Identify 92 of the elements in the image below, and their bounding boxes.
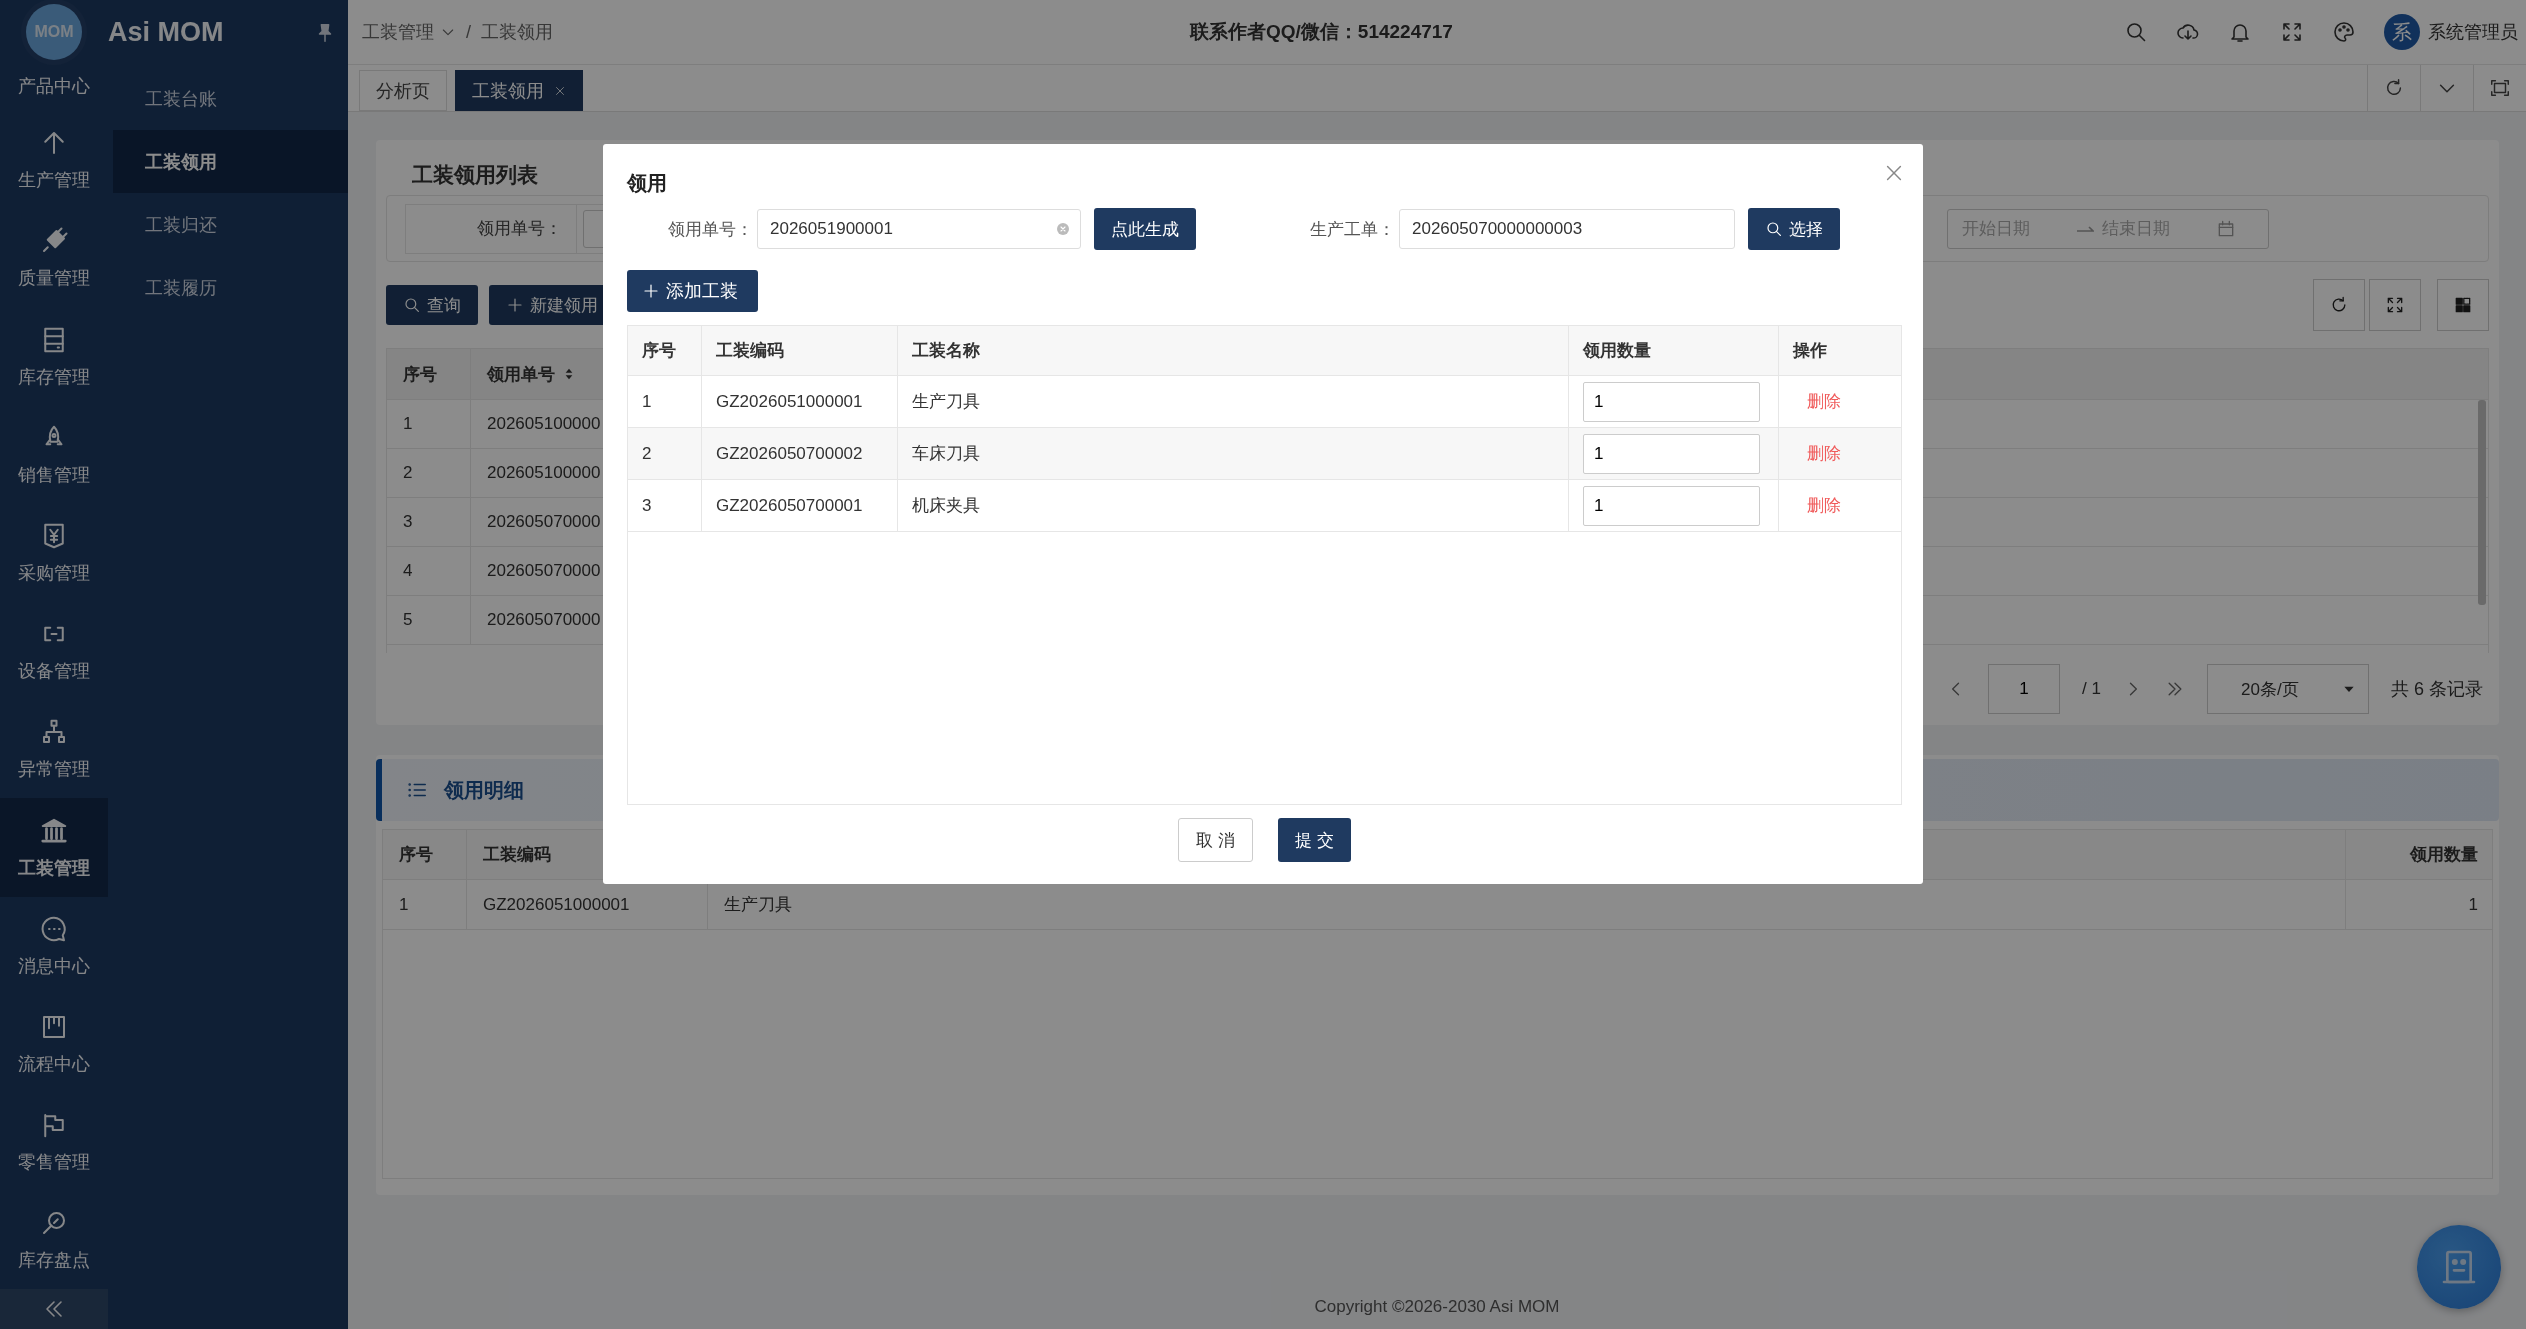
column-header: 序号	[383, 830, 467, 879]
scrollbar[interactable]	[2478, 400, 2486, 605]
tab[interactable]: 工装领用	[455, 70, 583, 111]
search-icon	[1765, 220, 1783, 238]
column-header: 操作	[1791, 340, 1828, 362]
rail-item[interactable]: 设备管理	[0, 602, 108, 701]
rail-item[interactable]: 生产管理	[0, 111, 108, 210]
plus-icon	[642, 282, 660, 300]
column-header: 序号	[387, 349, 471, 399]
column-header: 工装编码	[702, 326, 898, 375]
rail-item[interactable]: 库存盘点	[0, 1191, 108, 1290]
grid-icon	[2453, 295, 2473, 315]
table-cell: 3	[387, 498, 471, 546]
table-cell-text: 1	[2467, 893, 2479, 916]
search-button[interactable]: 查询	[386, 285, 478, 325]
table-cell: 机床夹具	[898, 480, 1569, 531]
submenu-item[interactable]: 工装领用	[113, 130, 348, 193]
table-cell: 2	[387, 449, 471, 497]
column-header: 工装名称	[898, 326, 1569, 375]
submenu-item[interactable]: 工装台账	[108, 67, 348, 130]
column-header: 序号	[628, 326, 702, 375]
add-button[interactable]: 添加工装	[627, 270, 758, 312]
delete-link[interactable]: 删除	[1807, 442, 1841, 465]
rail-item[interactable]: 采购管理	[0, 503, 108, 603]
palette-icon[interactable]	[2332, 20, 2356, 44]
rail-item[interactable]: 库存管理	[0, 307, 108, 406]
table-cell: 车床刀具	[898, 428, 1569, 479]
table-cell: GZ2026050700001	[702, 480, 898, 531]
table-cell: 生产刀具	[898, 376, 1569, 427]
cancel-button[interactable]: 取 消	[1178, 818, 1253, 862]
submenu-item[interactable]: 工装归还	[108, 193, 348, 256]
rail-item[interactable]: 流程中心	[0, 994, 108, 1093]
column-header: 领用数量	[1569, 326, 1779, 375]
contact-text: 联系作者QQ/微信：514224717	[1190, 20, 1453, 44]
copyright-text: Copyright ©2026-2030 Asi MOM	[1313, 1297, 1561, 1317]
table-cell: GZ2026051000001	[702, 376, 898, 427]
table-cell: GZ2026050700002	[702, 428, 898, 479]
page-count: / 1	[2082, 679, 2101, 699]
breadcrumb-item[interactable]: 工装管理	[362, 20, 434, 44]
collapse-button[interactable]	[0, 1289, 108, 1329]
table-cell: 3	[628, 480, 702, 531]
rail-label: 产品中心	[18, 75, 90, 98]
page-size-select[interactable]: 20条/页	[2207, 664, 2369, 714]
fullscreen-icon	[2385, 295, 2405, 315]
table-cell: 2	[628, 428, 702, 479]
record-count: 共 6 条记录	[2391, 678, 2483, 701]
assistant-button[interactable]	[2417, 1225, 2501, 1309]
breadcrumb-separator: /	[466, 21, 471, 43]
rail-item[interactable]: 销售管理	[0, 405, 108, 504]
select-button[interactable]: 选择	[1748, 208, 1840, 250]
input-field[interactable]: 202605070000000003	[1399, 209, 1735, 249]
rail-item[interactable]: 质量管理	[0, 209, 108, 308]
field-label: 生产工单：	[1309, 218, 1396, 241]
rail-item[interactable]: 零售管理	[0, 1093, 108, 1192]
submit-button[interactable]: 提 交	[1278, 818, 1351, 862]
table-cell: 4	[387, 547, 471, 595]
app-name: Asi MOM	[108, 17, 224, 48]
column-header: 领用数量	[2409, 844, 2479, 866]
table-cell: 1	[628, 376, 702, 427]
field-label: 领用单号：	[405, 203, 577, 254]
table-cell: 5	[387, 596, 471, 644]
avatar[interactable]: 系	[2384, 14, 2420, 50]
quantity-field[interactable]: 1	[1583, 485, 1760, 526]
fullscreen-icon[interactable]	[2489, 77, 2511, 99]
section-title: 领用明细	[444, 777, 524, 803]
icon-button[interactable]	[2369, 279, 2421, 331]
search-icon[interactable]	[2124, 20, 2148, 44]
breadcrumb-item[interactable]: 工装领用	[481, 20, 553, 44]
table-cell: 1	[387, 400, 471, 448]
rail-item[interactable]: 消息中心	[0, 896, 108, 995]
close-icon[interactable]	[554, 84, 566, 97]
page-field[interactable]: 1	[1988, 664, 2061, 714]
user-name[interactable]: 系统管理员	[2428, 20, 2518, 44]
search-icon	[403, 296, 421, 314]
calendar-icon	[2216, 218, 2236, 239]
delete-link[interactable]: 删除	[1807, 390, 1841, 413]
table-cell: 1	[383, 880, 467, 929]
tab[interactable]: 分析页	[359, 70, 447, 111]
submenu-item[interactable]: 工装履历	[108, 256, 348, 319]
quantity-field[interactable]: 1	[1583, 381, 1760, 422]
input-field[interactable]: 2026051900001	[757, 209, 1081, 249]
delete-link[interactable]: 删除	[1807, 494, 1841, 517]
icon-button[interactable]	[2437, 279, 2489, 331]
card-title: 工装领用列表	[412, 162, 538, 188]
plus-icon	[506, 296, 524, 314]
fullscreen-icon[interactable]	[2280, 20, 2304, 44]
generate-button[interactable]: 点此生成	[1094, 208, 1196, 250]
rail-item[interactable]: 异常管理	[0, 700, 108, 799]
quantity-field[interactable]: 1	[1583, 433, 1760, 474]
field-label: 领用单号：	[667, 218, 754, 241]
rail-item[interactable]: 工装管理	[0, 798, 108, 897]
dialog-title: 领用	[627, 171, 667, 196]
